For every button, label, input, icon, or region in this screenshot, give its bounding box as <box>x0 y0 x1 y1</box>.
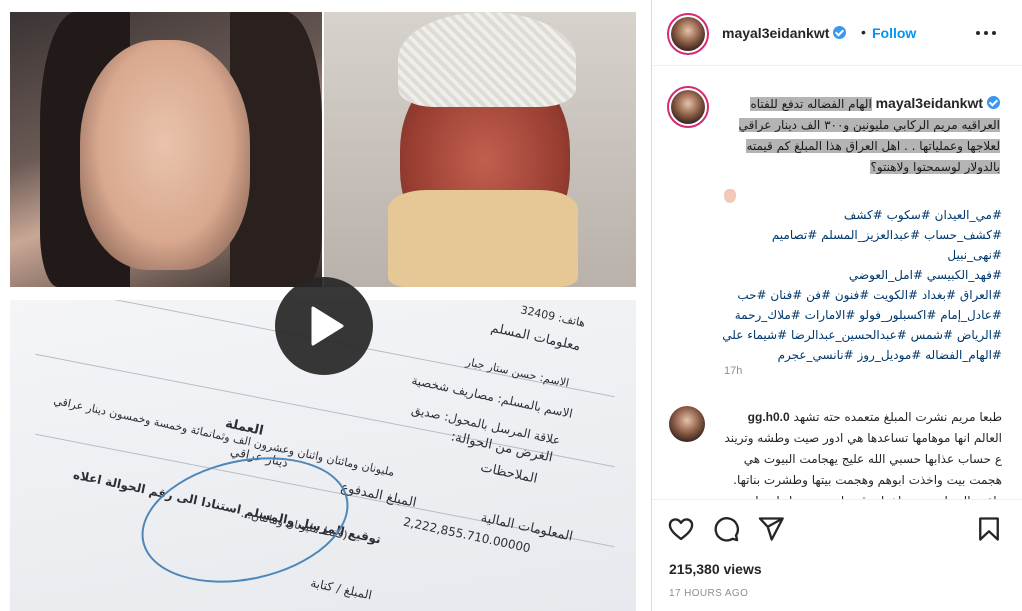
commenter-username[interactable]: 0.gg.h0 <box>748 410 790 424</box>
commenter-avatar[interactable] <box>669 406 705 442</box>
portrait-face <box>80 40 250 270</box>
receipt-text: هاتف: 32409 <box>519 303 587 330</box>
caption-text: الهام الفضاله تدفع للفتاه mayal3eidankwt… <box>722 93 1000 178</box>
avatar[interactable] <box>671 17 705 51</box>
dot <box>976 31 980 35</box>
dot <box>992 31 996 35</box>
caption-username-text[interactable]: mayal3eidankwt <box>876 95 983 111</box>
hashtag-line[interactable]: #عادل_إمام #اكسبلور_فولو #الامارات #ملاك… <box>722 305 1002 325</box>
caption-line: لعلاجها وعملياتها . . اهل العراق هذا الم… <box>746 139 1000 153</box>
patient-neck-collar <box>388 190 578 287</box>
hashtag-line[interactable]: #العراق #بغداد #الكويت #فنون #فن #فنان #… <box>722 285 1002 305</box>
hashtag-line[interactable]: #الرياض #شمس #عبدالحسين_عبدالرضا #شيماء … <box>722 325 1002 345</box>
post-side-panel: mayal3eidankwt • Follow الهام الفضاله تد… <box>651 0 1022 611</box>
caption-line: بالدولار لوسمحتوا ولاهنتو؟ <box>870 160 1000 174</box>
caption-line: الهام الفضاله تدفع للفتاه <box>750 97 872 111</box>
caption-timestamp[interactable]: 17h <box>724 365 742 377</box>
bookmark-icon[interactable] <box>975 515 1003 543</box>
verified-badge-icon <box>833 26 847 39</box>
heart-icon-svg <box>668 518 694 541</box>
separator-dot: • <box>861 24 866 40</box>
comment-line: طبعا مريم نشرت المبلغ متعمده حته تشهد <box>793 410 1002 424</box>
author-username-text[interactable]: mayal3eidankwt <box>722 25 829 41</box>
post-media[interactable]: معلومات المسلم الاسم: حسن ستار جبار هاتف… <box>0 0 651 611</box>
caption-avatar[interactable] <box>671 90 705 124</box>
comments-scroll-area[interactable]: الهام الفضاله تدفع للفتاه mayal3eidankwt… <box>652 67 1022 499</box>
comment-text: طبعا مريم نشرت المبلغ متعمده حته تشهد 0.… <box>724 407 1002 499</box>
post-header: mayal3eidankwt • Follow <box>652 0 1022 66</box>
caption-username[interactable]: mayal3eidankwt <box>876 95 1000 111</box>
comment-line: داعت العيدان مني ماخطيه قبرها وتعمت بنات… <box>724 491 1002 499</box>
verified-badge-icon <box>987 96 1000 109</box>
view-count[interactable]: 215,380 views <box>669 561 762 577</box>
play-button[interactable] <box>275 277 373 375</box>
post-actions: 215,380 views 17 HOURS AGO <box>652 499 1022 611</box>
bookmark-icon-svg <box>979 517 999 541</box>
receipt-text: الاسم: حسن ستار جبار <box>464 355 571 390</box>
pointing-down-emoji-icon <box>724 189 736 203</box>
share-icon-svg <box>758 517 784 541</box>
hashtag-line[interactable]: #الهام_الفضاله #موديل_روز #نانسي_عجرم <box>722 345 1002 365</box>
hashtag-line[interactable]: #فهد_الكبيسي #امل_العوضي <box>722 265 1002 285</box>
comment-icon-svg <box>714 517 739 542</box>
hashtag-line[interactable]: #مي_العيدان #سكوب #كشف <box>722 205 1002 225</box>
patient-bandage-cap <box>398 12 576 107</box>
post-date[interactable]: 17 HOURS AGO <box>669 588 748 599</box>
comment-line: هجمت بيت واخذت ابوهم وهجمت بيتها وطشرت ب… <box>733 473 1002 487</box>
comment-line: العالم انها موهامها تساعدها هي ادور صيت … <box>724 431 1002 445</box>
hashtag-list: #مي_العيدان #سكوب #كشف #كشف_حساب #عبدالع… <box>722 205 1002 365</box>
more-dots-icon[interactable] <box>976 22 998 42</box>
follow-button[interactable]: Follow <box>872 25 916 41</box>
dot <box>984 31 988 35</box>
receipt-text: الملاحظات <box>479 460 539 487</box>
caption-line: العراقيه مريم الركابي مليونين و٣٠٠ الف د… <box>738 118 1000 132</box>
heart-icon[interactable] <box>667 515 695 543</box>
instagram-post-modal: معلومات المسلم الاسم: حسن ستار جبار هاتف… <box>0 0 1022 611</box>
comment-icon[interactable] <box>712 515 740 543</box>
hashtag-line[interactable]: #كشف_حساب #عبدالعزيز_المسلم #تصاميم #نهى… <box>722 225 1002 265</box>
comment-line: ع حساب عذابها حسبي الله عليج يهجامت البي… <box>743 452 1002 466</box>
receipt-text: المبلغ المدفوع <box>339 480 418 511</box>
author-username[interactable]: mayal3eidankwt <box>722 25 847 41</box>
receipt-text: المبلغ / كتابة <box>309 575 374 603</box>
share-icon[interactable] <box>757 515 785 543</box>
play-icon <box>311 306 344 346</box>
